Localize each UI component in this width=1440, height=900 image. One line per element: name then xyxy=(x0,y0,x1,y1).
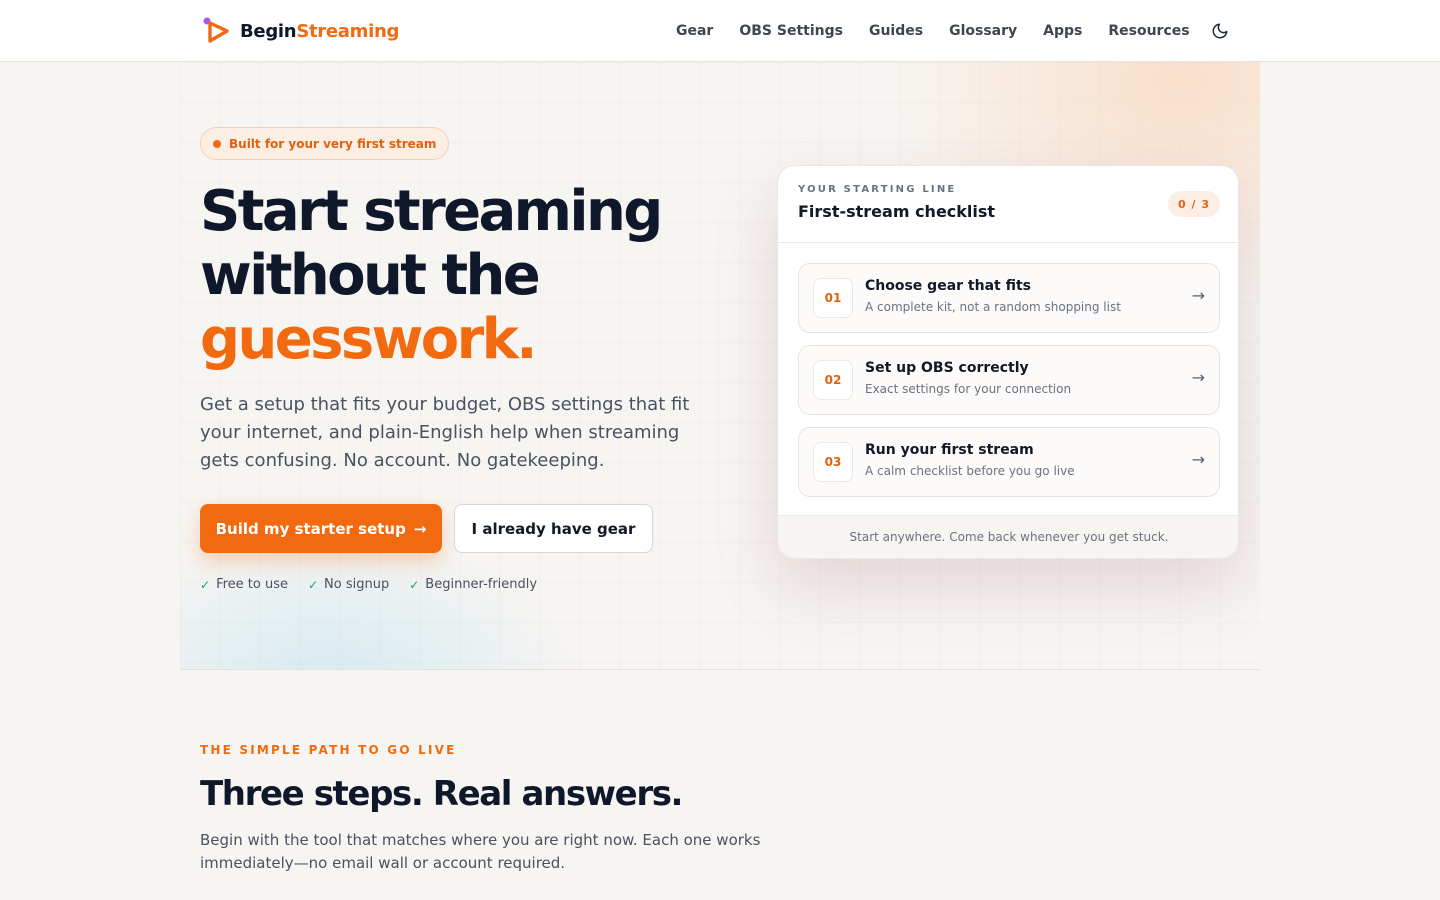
step-number: 03 xyxy=(813,442,853,482)
nav-link-obs-settings[interactable]: OBS Settings xyxy=(739,19,843,43)
perk-item: ✓ Free to use xyxy=(200,577,288,592)
step-number: 01 xyxy=(813,278,853,318)
play-logo-icon xyxy=(203,17,229,43)
perk-item: ✓ Beginner-friendly xyxy=(409,577,537,592)
check-icon: ✓ xyxy=(200,577,211,592)
primary-cta-label: Build my starter setup xyxy=(215,519,406,538)
checklist-step-first-stream[interactable]: 03 Run your first stream A calm checklis… xyxy=(798,427,1220,497)
hero-perks: ✓ Free to use ✓ No signup ✓ Beginner-fri… xyxy=(200,577,537,592)
step-number: 02 xyxy=(813,360,853,400)
brand-name: BeginStreaming xyxy=(240,20,400,42)
moon-icon xyxy=(1212,23,1228,39)
arrow-right-icon: → xyxy=(1191,286,1205,305)
hero-section: Built for your very first stream Start s… xyxy=(180,62,1260,670)
perk-label: No signup xyxy=(324,577,390,592)
checklist-eyebrow: YOUR STARTING LINE xyxy=(798,184,957,195)
step-title: Set up OBS correctly xyxy=(865,360,1029,376)
checklist-step-choose-gear[interactable]: 01 Choose gear that fits A complete kit,… xyxy=(798,263,1220,333)
theme-toggle-button[interactable] xyxy=(1206,17,1234,45)
hero-title: Start streaming without the guesswork. xyxy=(200,180,760,372)
step-description: A complete kit, not a random shopping li… xyxy=(865,300,1121,314)
step-description: Exact settings for your connection xyxy=(865,382,1072,396)
arrow-right-icon: → xyxy=(1191,450,1205,469)
perk-item: ✓ No signup xyxy=(308,577,389,592)
check-icon: ✓ xyxy=(307,577,319,592)
hero-title-highlight: guesswork. xyxy=(200,307,538,372)
arrow-right-icon: → xyxy=(1191,368,1205,387)
checklist-header: YOUR STARTING LINE First-stream checklis… xyxy=(778,166,1238,243)
brand-logo-link[interactable]: BeginStreaming xyxy=(202,16,399,46)
checklist-step-setup-obs[interactable]: 02 Set up OBS correctly Exact settings f… xyxy=(798,345,1220,415)
nav-link-resources[interactable]: Resources xyxy=(1108,19,1189,43)
path-section-title: Three steps. Real answers. xyxy=(200,774,683,814)
nav-link-apps[interactable]: Apps xyxy=(1043,19,1082,43)
path-section-subtitle: Begin with the tool that matches where y… xyxy=(200,831,761,872)
site-header: BeginStreaming Gear OBS Settings Guides … xyxy=(0,0,1440,62)
arrow-right-icon: → xyxy=(413,519,427,538)
hero-badge-label: Built for your very first stream xyxy=(229,136,437,151)
first-stream-checklist-card: YOUR STARTING LINE First-stream checklis… xyxy=(777,165,1239,559)
perk-label: Beginner-friendly xyxy=(425,577,538,592)
build-starter-setup-button[interactable]: Build my starter setup → xyxy=(200,504,442,553)
secondary-cta-label: I already have gear xyxy=(471,519,636,538)
step-title: Choose gear that fits xyxy=(865,278,1031,294)
main-nav: Gear OBS Settings Guides Glossary Apps R… xyxy=(676,19,1190,43)
step-title: Run your first stream xyxy=(865,442,1034,458)
checklist-title: First-stream checklist xyxy=(798,202,996,221)
nav-link-glossary[interactable]: Glossary xyxy=(949,19,1017,43)
nav-link-gear[interactable]: Gear xyxy=(676,19,713,43)
already-have-gear-button[interactable]: I already have gear xyxy=(454,504,653,553)
nav-link-guides[interactable]: Guides xyxy=(869,19,923,43)
hero-title-line-1: Start streaming xyxy=(200,179,663,244)
badge-dot-icon xyxy=(213,139,221,148)
perk-label: Free to use xyxy=(216,577,288,592)
hero-subtitle: Get a setup that fits your budget, OBS s… xyxy=(200,394,690,471)
step-description: A calm checklist before you go live xyxy=(865,464,1075,478)
hero-title-line-2: without the xyxy=(200,243,541,308)
check-icon: ✓ xyxy=(409,577,420,592)
checklist-progress-badge: 0 / 3 xyxy=(1168,191,1220,217)
hero-badge: Built for your very first stream xyxy=(200,127,450,160)
checklist-steps: 01 Choose gear that fits A complete kit,… xyxy=(798,263,1220,509)
checklist-footer: Start anywhere. Come back whenever you g… xyxy=(778,515,1238,558)
path-section-eyebrow: THE SIMPLE PATH TO GO LIVE xyxy=(200,743,457,757)
